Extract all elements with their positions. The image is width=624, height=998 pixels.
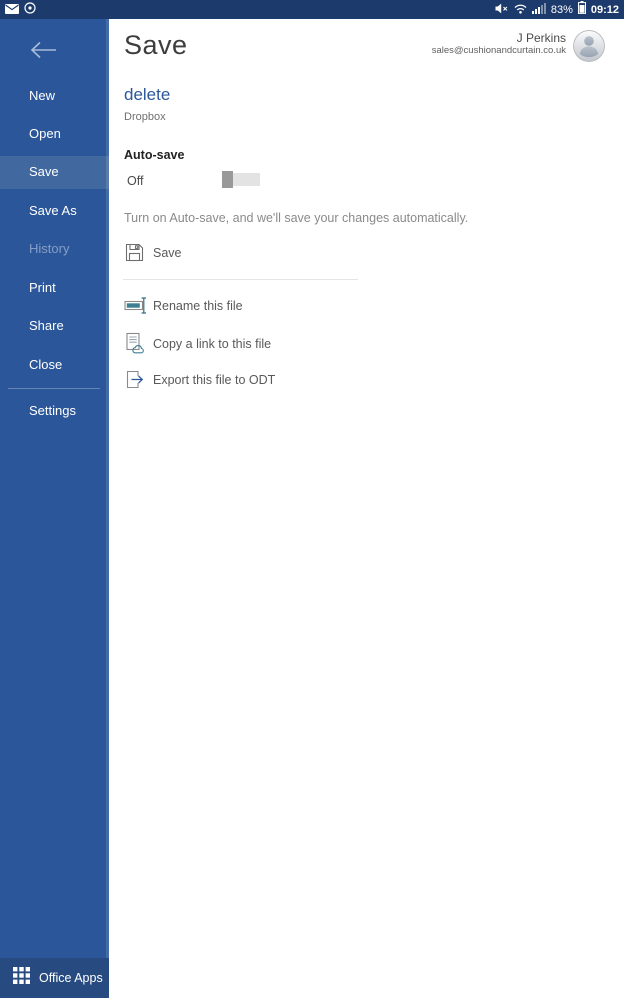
content-divider [123,279,358,280]
toggle-thumb [222,171,233,188]
sidebar-item-print[interactable]: Print [29,280,56,296]
sidebar-item-new[interactable]: New [29,88,55,104]
mail-icon [5,1,19,19]
back-arrow-icon [28,41,58,65]
autosave-state-label: Off [127,174,144,188]
person-avatar-icon [573,30,605,62]
sidebar-divider [8,388,100,389]
autosave-toggle[interactable] [222,171,260,188]
apps-grid-icon [13,967,30,989]
export-odt-button[interactable]: Export this file to ODT [124,369,275,390]
sidebar-item-open[interactable]: Open [29,126,61,142]
export-document-icon [124,369,150,390]
copy-link-button[interactable]: Copy a link to this file [124,332,271,355]
office-apps-label: Office Apps [39,971,103,985]
status-circle-icon [24,1,36,19]
account-info: J Perkins sales@cushionandcurtain.co.uk [432,31,566,57]
document-cloud-icon [124,332,150,355]
office-apps-button[interactable]: Office Apps [0,958,109,998]
sidebar-item-share[interactable]: Share [29,318,64,334]
battery-percent-label: 83% [550,3,573,16]
user-email: sales@cushionandcurtain.co.uk [431,45,566,56]
user-name: J Perkins [516,31,566,45]
backstage-sidebar: New Open Save Save As History Print Shar… [0,19,109,998]
sidebar-item-history: History [29,241,70,256]
rename-file-button[interactable]: Rename this file [124,295,243,316]
save-button-label: Save [153,245,182,260]
clock-time: 09:12 [590,3,619,16]
sidebar-item-close[interactable]: Close [29,357,62,373]
battery-icon [577,0,586,19]
user-avatar[interactable] [573,30,605,62]
sidebar-item-settings[interactable]: Settings [29,403,76,419]
wifi-icon [514,1,527,19]
file-name: delete [124,85,171,104]
signal-icon [531,1,546,19]
page-title: Save [124,30,188,60]
autosave-heading: Auto-save [124,148,185,162]
floppy-save-icon [124,242,150,263]
mute-icon [495,1,509,19]
sidebar-item-save-as[interactable]: Save As [29,203,77,219]
status-bar: 83% 09:12 [0,0,624,19]
save-button[interactable]: Save [124,242,182,263]
back-button[interactable] [28,39,58,61]
autosave-description: Turn on Auto-save, and we'll save your c… [124,211,469,225]
sidebar-item-save[interactable]: Save [29,164,59,180]
export-odt-label: Export this file to ODT [153,372,276,387]
file-location: Dropbox [124,111,166,123]
rename-field-icon [124,295,150,316]
sidebar-edge-divider [106,19,109,958]
rename-file-label: Rename this file [153,298,243,313]
copy-link-label: Copy a link to this file [153,336,272,351]
